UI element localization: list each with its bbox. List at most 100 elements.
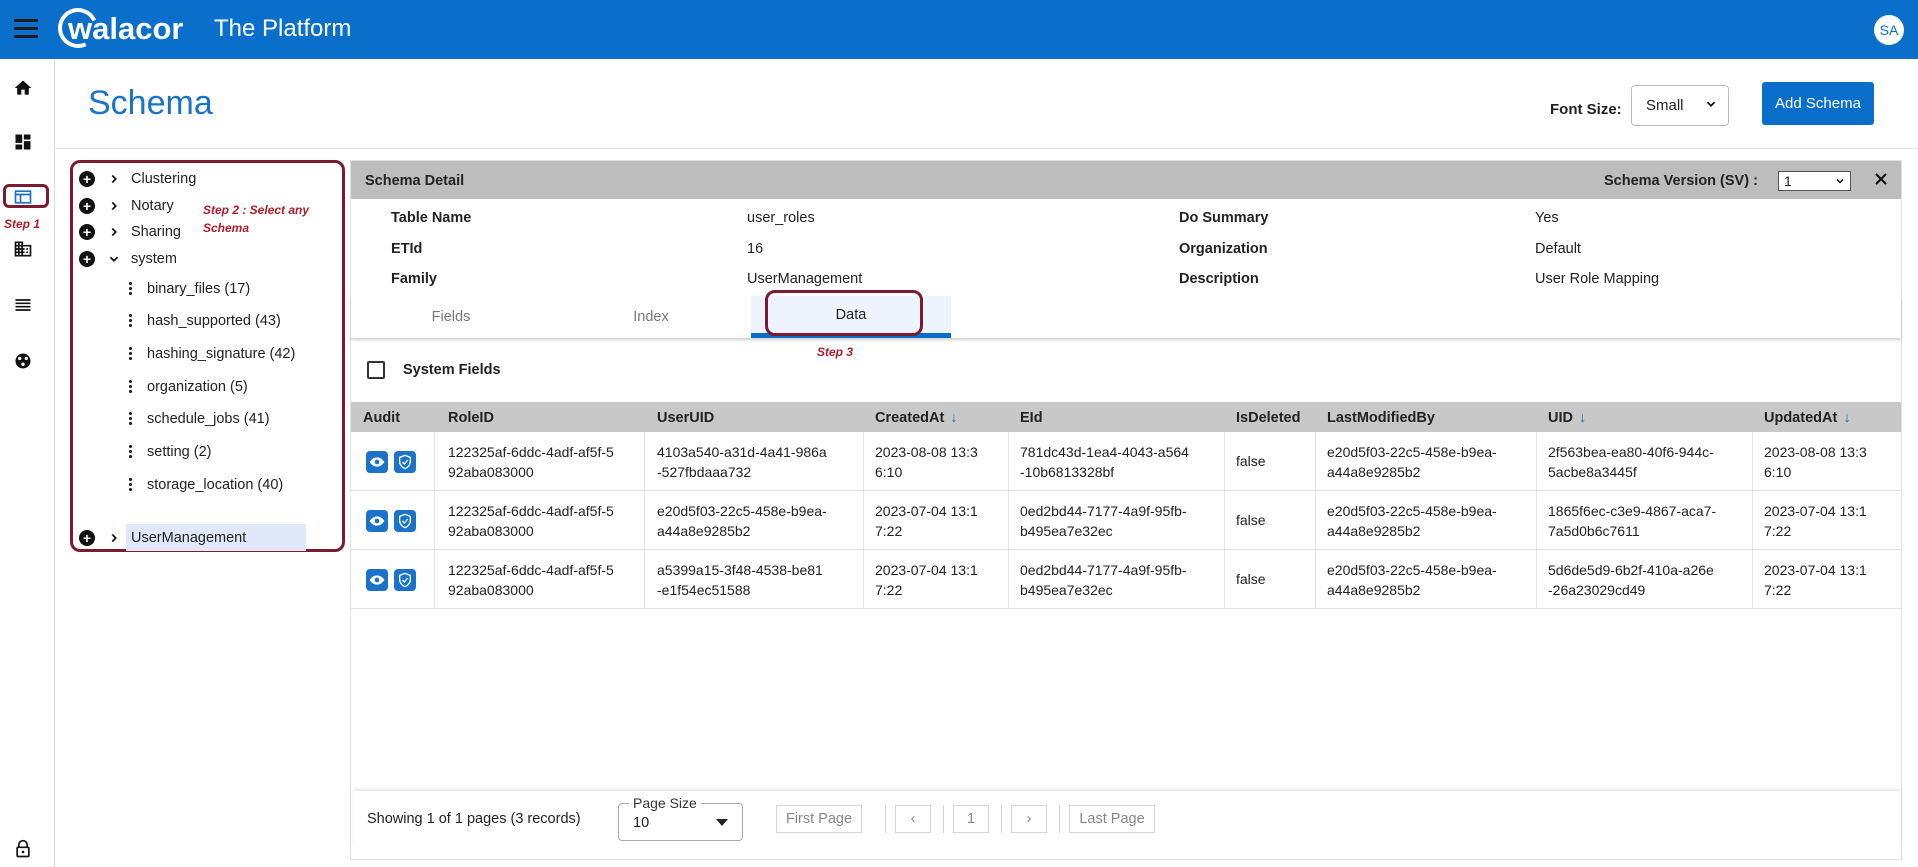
- page-title: Schema: [88, 84, 213, 122]
- chevron-down-icon[interactable]: [107, 252, 121, 266]
- family-label: Family: [391, 271, 437, 287]
- prev-page-button[interactable]: ‹: [895, 805, 931, 833]
- cell-lastmodifiedby: e20d5f03-22c5-458e-b9ea-a44a8e9285b2: [1327, 444, 1497, 480]
- tab-index[interactable]: Index: [551, 296, 751, 338]
- cell-eid: 0ed2bd44-7177-4a9f-95fb-b495ea7e32ec: [1020, 503, 1187, 539]
- more-icon[interactable]: [129, 314, 133, 328]
- add-icon[interactable]: +: [79, 530, 95, 546]
- col-audit[interactable]: Audit: [363, 410, 400, 426]
- cell-eid: 781dc43d-1ea4-4043-a564-10b6813328bf: [1020, 444, 1189, 480]
- tree-child-label: hash_supported (43): [147, 313, 281, 329]
- more-icon[interactable]: [129, 412, 133, 426]
- next-page-button[interactable]: ›: [1011, 805, 1047, 833]
- schema-detail-panel: Schema Detail Schema Version (SV) : 1 Ta…: [350, 160, 1902, 860]
- view-icon[interactable]: [366, 451, 388, 473]
- table-header: Audit RoleID UserUID CreatedAt ↓ EId IsDe…: [351, 402, 1901, 432]
- pagination-summary: Showing 1 of 1 pages (3 records): [367, 811, 581, 827]
- tree-child-item[interactable]: hashing_signature (42): [73, 342, 343, 366]
- verify-shield-icon[interactable]: [394, 451, 416, 473]
- cell-updatedat: 2023-07-04 13:17:22: [1764, 503, 1867, 539]
- col-lastmodifiedby[interactable]: LastModifiedBy: [1327, 410, 1435, 426]
- chevron-right-icon[interactable]: [107, 199, 121, 213]
- add-schema-button[interactable]: Add Schema: [1762, 82, 1874, 125]
- view-icon[interactable]: [366, 510, 388, 532]
- tree-child-item[interactable]: schedule_jobs (41): [73, 407, 343, 431]
- tree-child-item[interactable]: organization (5): [73, 375, 343, 399]
- chevron-right-icon[interactable]: [107, 531, 121, 545]
- more-icon[interactable]: [129, 282, 133, 296]
- cell-createdat: 2023-07-04 13:17:22: [875, 503, 978, 539]
- lock-icon[interactable]: [13, 839, 33, 859]
- more-icon[interactable]: [129, 380, 133, 394]
- cell-roleid: 122325af-6ddc-4adf-af5f-592aba083000: [448, 444, 614, 480]
- verify-shield-icon[interactable]: [394, 569, 416, 591]
- panel-title: Schema Detail: [365, 173, 465, 189]
- pager-divider: [1059, 805, 1060, 833]
- etid-label: ETId: [391, 241, 423, 257]
- verify-shield-icon[interactable]: [394, 510, 416, 532]
- schema-tree: + Clustering + Notary + Sharing Step 2 :…: [70, 160, 345, 552]
- dropdown-arrow-icon: [716, 819, 728, 826]
- cell-useruid: a5399a15-3f48-4538-be81-e1f54ec51588: [657, 562, 823, 598]
- sort-down-icon: ↓: [950, 410, 958, 426]
- col-updatedat[interactable]: UpdatedAt ↓: [1764, 410, 1851, 426]
- col-eid[interactable]: EId: [1020, 410, 1043, 426]
- tree-item-system[interactable]: + system: [73, 247, 343, 271]
- tree-item-clustering[interactable]: + Clustering: [73, 167, 343, 191]
- more-icon[interactable]: [129, 478, 133, 492]
- col-isdeleted[interactable]: IsDeleted: [1236, 410, 1300, 426]
- sort-down-icon: ↓: [1843, 410, 1851, 426]
- home-icon[interactable]: [13, 78, 33, 98]
- col-updatedat-label: UpdatedAt: [1764, 410, 1838, 426]
- dashboard-icon[interactable]: [13, 132, 33, 152]
- close-icon[interactable]: [1871, 169, 1891, 189]
- add-icon[interactable]: +: [79, 198, 95, 214]
- schema-icon[interactable]: [13, 187, 33, 207]
- tree-child-label: binary_files (17): [147, 281, 251, 297]
- col-roleid[interactable]: RoleID: [448, 410, 494, 426]
- chevron-right-icon[interactable]: [107, 225, 121, 239]
- do-summary-label: Do Summary: [1179, 210, 1269, 226]
- add-icon[interactable]: +: [79, 251, 95, 267]
- network-icon[interactable]: [13, 351, 33, 371]
- cell-uid: 1865f6ec-c3e9-4867-aca7-7a5d0b6c7611: [1548, 503, 1717, 539]
- tree-child-item[interactable]: binary_files (17): [73, 277, 343, 301]
- platform-title: The Platform: [214, 15, 352, 42]
- tab-fields[interactable]: Fields: [351, 296, 551, 338]
- add-icon[interactable]: +: [79, 171, 95, 187]
- col-createdat[interactable]: CreatedAt ↓: [875, 410, 958, 426]
- page-size-select[interactable]: Page Size 10: [618, 795, 743, 841]
- col-useruid[interactable]: UserUID: [657, 410, 714, 426]
- table-row: 122325af-6ddc-4adf-af5f-592aba083000 410…: [351, 432, 1901, 491]
- col-uid[interactable]: UID ↓: [1548, 410, 1586, 426]
- chevron-right-icon[interactable]: [107, 172, 121, 186]
- family-value: UserManagement: [747, 271, 863, 287]
- tree-label: UserManagement: [131, 530, 247, 546]
- list-icon[interactable]: [13, 295, 33, 315]
- more-icon[interactable]: [129, 347, 133, 361]
- first-page-button[interactable]: First Page: [776, 805, 862, 833]
- last-page-button[interactable]: Last Page: [1069, 805, 1155, 833]
- user-avatar[interactable]: SA: [1874, 15, 1904, 45]
- tree-label: system: [131, 251, 177, 267]
- tree-child-item[interactable]: storage_location (40): [73, 473, 343, 497]
- menu-icon[interactable]: [14, 19, 38, 39]
- tree-child-item[interactable]: hash_supported (43): [73, 309, 343, 333]
- tree-child-label: setting (2): [147, 444, 212, 460]
- schema-version-select[interactable]: 1: [1778, 171, 1851, 191]
- font-size-select[interactable]: Small: [1631, 85, 1729, 126]
- add-icon[interactable]: +: [79, 224, 95, 240]
- cell-createdat: 2023-07-04 13:17:22: [875, 562, 978, 598]
- organization-icon[interactable]: [13, 239, 33, 259]
- step3-highlight: [765, 290, 923, 336]
- page-size-label: Page Size: [629, 795, 701, 811]
- view-icon[interactable]: [366, 569, 388, 591]
- cell-eid: 0ed2bd44-7177-4a9f-95fb-b495ea7e32ec: [1020, 562, 1187, 598]
- tree-item-usermanagement[interactable]: + UserManagement: [73, 526, 343, 550]
- system-fields-checkbox[interactable]: [367, 361, 385, 379]
- more-icon[interactable]: [129, 445, 133, 459]
- brand-name: walacor: [68, 11, 184, 46]
- description-label: Description: [1179, 271, 1259, 287]
- tree-child-item[interactable]: setting (2): [73, 440, 343, 464]
- current-page-button[interactable]: 1: [953, 805, 989, 833]
